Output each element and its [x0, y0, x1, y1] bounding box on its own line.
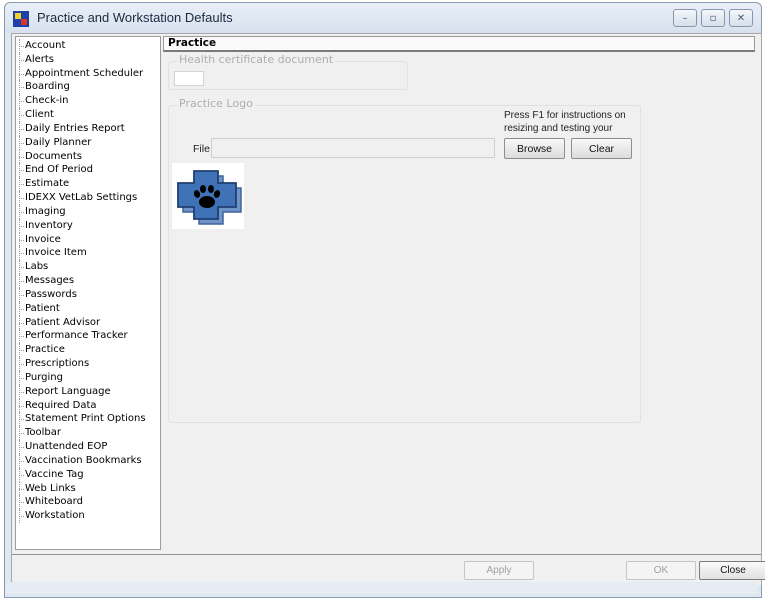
practice-logo-group: Practice Logo Press F1 for instructions … — [168, 97, 641, 423]
client-area: Account Alerts Appointment Scheduler Boardi… — [11, 33, 765, 585]
health-certificate-label: Health certificate document — [177, 53, 336, 66]
minimize-button[interactable]: – — [673, 9, 697, 27]
apply-button[interactable]: Apply — [464, 561, 534, 580]
window-title: Practice and Workstation Defaults — [37, 10, 233, 25]
sidebar-item[interactable]: Patient Advisor — [16, 315, 160, 330]
sidebar-item[interactable]: Web Links — [16, 481, 160, 496]
file-path-input[interactable] — [211, 138, 495, 158]
sidebar-item[interactable]: Messages — [16, 274, 160, 288]
sidebar-item[interactable]: Toolbar — [16, 426, 160, 440]
restore-button[interactable]: ▫ — [701, 9, 725, 27]
close-button[interactable]: Close — [699, 561, 765, 580]
sidebar-item[interactable]: Invoice — [16, 232, 160, 247]
status-bar — [6, 582, 757, 594]
sidebar-item[interactable]: Vaccination Bookmarks — [16, 453, 160, 468]
main-window: Practice and Workstation Defaults – ▫ ✕ … — [4, 2, 765, 598]
sidebar-item[interactable]: Patient — [16, 301, 160, 316]
sidebar-item[interactable]: Whiteboard — [16, 495, 160, 509]
sidebar-item[interactable]: Report Language — [16, 384, 160, 399]
sidebar-item[interactable]: Documents — [16, 149, 160, 164]
paw-cross-logo-icon — [177, 170, 242, 225]
sidebar-item[interactable]: Inventory — [16, 218, 160, 233]
ok-button[interactable]: OK — [626, 561, 696, 580]
file-label: File — [193, 143, 210, 155]
sidebar-item[interactable]: IDEXX VetLab Settings — [16, 191, 160, 205]
defaults-category-tree[interactable]: Account Alerts Appointment Scheduler Boardi… — [15, 36, 161, 550]
sidebar-item[interactable]: Passwords — [16, 287, 160, 302]
browse-button[interactable]: Browse — [504, 138, 565, 159]
app-icon — [13, 11, 29, 27]
sidebar-item[interactable]: Alerts — [16, 52, 160, 67]
sidebar-item[interactable]: Client — [16, 108, 160, 122]
section-title: Practice — [163, 36, 755, 52]
health-certificate-group: Health certificate document — [168, 53, 408, 90]
sidebar-item[interactable]: Estimate — [16, 177, 160, 191]
practice-logo-label: Practice Logo — [177, 97, 255, 110]
settings-pane: Practice Health certificate document Pra… — [163, 34, 762, 552]
sidebar-item[interactable]: Daily Planner — [16, 135, 160, 150]
sidebar-item[interactable]: Check-in — [16, 94, 160, 108]
sidebar-item[interactable]: Labs — [16, 260, 160, 274]
sidebar-item[interactable]: Vaccine Tag — [16, 467, 160, 482]
sidebar-item[interactable]: Unattended EOP — [16, 440, 160, 454]
sidebar-item[interactable]: Performance Tracker — [16, 329, 160, 344]
sidebar-item[interactable]: Account — [16, 39, 160, 53]
practice-logo-image — [172, 163, 244, 229]
sidebar-item[interactable]: End Of Period — [16, 163, 160, 178]
sidebar-item[interactable]: Required Data — [16, 398, 160, 413]
sidebar-item[interactable]: Workstation — [16, 509, 160, 523]
clear-button[interactable]: Clear — [571, 138, 632, 159]
close-window-button[interactable]: ✕ — [729, 9, 753, 27]
sidebar-item[interactable]: Invoice Item — [16, 246, 160, 261]
dialog-button-bar: Apply OK Close — [12, 554, 765, 585]
sidebar-item[interactable]: Daily Entries Report — [16, 121, 160, 136]
sidebar-item[interactable]: Prescriptions — [16, 357, 160, 371]
sidebar-item[interactable]: Boarding — [16, 80, 160, 95]
sidebar-item[interactable]: Imaging — [16, 204, 160, 219]
sidebar-item[interactable]: Practice — [16, 343, 160, 357]
title-bar[interactable]: Practice and Workstation Defaults – ▫ ✕ — [5, 3, 761, 33]
sidebar-item[interactable]: Statement Print Options — [16, 412, 160, 427]
health-certificate-field[interactable] — [174, 71, 204, 86]
sidebar-item[interactable]: Purging — [16, 370, 160, 385]
f1-instructions-note: Press F1 for instructions on resizing an… — [504, 110, 626, 134]
sidebar-item[interactable]: Appointment Scheduler — [16, 66, 160, 81]
